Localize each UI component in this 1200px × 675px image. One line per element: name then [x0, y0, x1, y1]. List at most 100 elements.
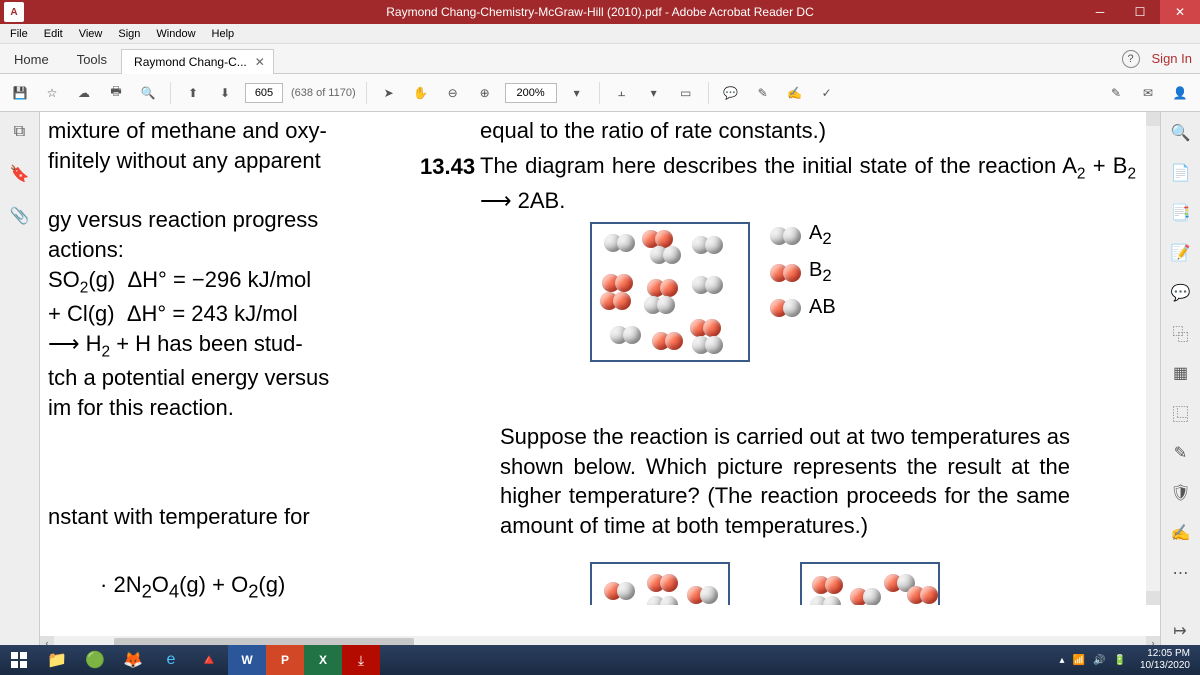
doc-text: mixture of methane and oxy- — [48, 116, 408, 146]
close-button[interactable]: ✕ — [1160, 0, 1200, 24]
task-word-icon[interactable]: W — [228, 645, 266, 675]
fill-sign-icon[interactable]: ✍ — [1168, 520, 1194, 546]
doc-text: The diagram here describes the initial s… — [480, 151, 1136, 215]
doc-text: SO2(g) ΔH° = −296 kJ/mol — [48, 265, 408, 299]
tab-close-icon[interactable]: ✕ — [255, 55, 265, 69]
email-icon[interactable]: ✉ — [1136, 81, 1160, 105]
window-title: Raymond Chang-Chemistry-McGraw-Hill (201… — [386, 5, 814, 19]
doc-text: · 2N2O4(g) + O2(g) — [100, 572, 285, 602]
system-tray: ▴ 📶 🔊 🔋 12:05 PM 10/13/2020 — [1060, 645, 1200, 675]
menu-view[interactable]: View — [71, 26, 111, 42]
thumbnails-icon[interactable]: ⧉ — [8, 120, 32, 144]
tab-document[interactable]: Raymond Chang-C... ✕ — [121, 49, 274, 74]
zoom-out-icon[interactable]: ⊖ — [441, 81, 465, 105]
title-bar: A Raymond Chang-Chemistry-McGraw-Hill (2… — [0, 0, 1200, 24]
menu-edit[interactable]: Edit — [36, 26, 71, 42]
pointer-icon[interactable]: ➤ — [377, 81, 401, 105]
doc-text: ⟶ H2 + H has been stud- — [48, 329, 408, 363]
organize-icon[interactable]: ▦ — [1168, 360, 1194, 386]
tab-bar: Home Tools Raymond Chang-C... ✕ ? Sign I… — [0, 44, 1200, 74]
doc-text: + Cl(g) ΔH° = 243 kJ/mol — [48, 299, 408, 329]
question-number: 13.43 — [420, 152, 480, 182]
menu-window[interactable]: Window — [148, 26, 203, 42]
read-mode-icon[interactable]: ▭ — [674, 81, 698, 105]
zoom-dropdown-icon[interactable]: ▾ — [565, 81, 589, 105]
combine-icon[interactable]: ⿻ — [1168, 320, 1194, 346]
task-powerpoint-icon[interactable]: P — [266, 645, 304, 675]
tray-volume-icon[interactable]: 🔊 — [1093, 655, 1105, 666]
search-icon[interactable]: 🔍 — [136, 81, 160, 105]
protect-icon[interactable]: 🛡 — [1168, 480, 1194, 506]
tab-home[interactable]: Home — [0, 46, 63, 73]
doc-text: equal to the ratio of rate constants.) — [480, 116, 1136, 146]
fit-page-icon[interactable]: ▾ — [642, 81, 666, 105]
taskbar: 📁 🟢 🦊 e 🔺 W P X ⤓ ▴ 📶 🔊 🔋 12:05 PM 10/13… — [0, 645, 1200, 675]
tray-network-icon[interactable]: 📶 — [1073, 655, 1085, 666]
doc-text: gy versus reaction progress — [48, 205, 408, 235]
star-icon[interactable]: ☆ — [40, 81, 64, 105]
stamp-icon[interactable]: ✓ — [815, 81, 839, 105]
compress-icon[interactable]: ⿺ — [1168, 400, 1194, 426]
task-edge-icon[interactable]: e — [152, 645, 190, 675]
search-tool-icon[interactable]: 🔍 — [1168, 120, 1194, 146]
tray-up-icon[interactable]: ▴ — [1060, 655, 1065, 666]
export-pdf-icon[interactable]: 📄 — [1168, 160, 1194, 186]
cloud-icon[interactable]: ☁ — [72, 81, 96, 105]
tab-tools[interactable]: Tools — [63, 46, 121, 73]
task-firefox-icon[interactable]: 🦊 — [114, 645, 152, 675]
hand-icon[interactable]: ✋ — [409, 81, 433, 105]
doc-text: finitely without any apparent — [48, 146, 408, 176]
zoom-in-icon[interactable]: ⊕ — [473, 81, 497, 105]
task-chrome-icon[interactable]: 🟢 — [76, 645, 114, 675]
more-tools-icon[interactable]: ⋯ — [1168, 560, 1194, 586]
help-icon[interactable]: ? — [1122, 50, 1140, 68]
doc-text: nstant with temperature for — [48, 502, 408, 532]
document-viewport[interactable]: mixture of methane and oxy- finitely wit… — [40, 112, 1160, 645]
doc-text: actions: — [48, 235, 408, 265]
fit-width-icon[interactable]: ⫠ — [610, 81, 634, 105]
attachment-icon[interactable]: 📎 — [8, 204, 32, 228]
start-button[interactable] — [0, 645, 38, 675]
save-icon[interactable]: 💾 — [8, 81, 32, 105]
tab-document-label: Raymond Chang-C... — [134, 55, 247, 69]
app-icon: A — [4, 2, 24, 22]
print-icon[interactable]: 🖶 — [104, 81, 128, 105]
doc-text: tch a potential energy versus — [48, 363, 408, 393]
page-number-input[interactable] — [245, 83, 283, 103]
share-icon[interactable]: ✎ — [1104, 81, 1128, 105]
result-diagrams — [590, 562, 940, 605]
comment-icon[interactable]: 💬 — [719, 81, 743, 105]
expand-rail-icon[interactable]: ↦ — [1168, 621, 1192, 641]
account-icon[interactable]: 👤 — [1168, 81, 1192, 105]
menu-sign[interactable]: Sign — [110, 26, 148, 42]
menu-file[interactable]: File — [2, 26, 36, 42]
page-up-icon[interactable]: ⬆ — [181, 81, 205, 105]
create-pdf-icon[interactable]: 📑 — [1168, 200, 1194, 226]
menu-help[interactable]: Help — [204, 26, 243, 42]
signature-icon[interactable]: ✍ — [783, 81, 807, 105]
bookmark-icon[interactable]: 🔖 — [8, 162, 32, 186]
highlight-icon[interactable]: ✎ — [751, 81, 775, 105]
edit-pdf-icon[interactable]: 📝 — [1168, 240, 1194, 266]
task-vlc-icon[interactable]: 🔺 — [190, 645, 228, 675]
sign-in-link[interactable]: Sign In — [1152, 51, 1192, 66]
menu-bar: File Edit View Sign Window Help — [0, 24, 1200, 44]
page-down-icon[interactable]: ⬇ — [213, 81, 237, 105]
comment-tool-icon[interactable]: 💬 — [1168, 280, 1194, 306]
right-tools-rail: 🔍 📄 📑 📝 💬 ⿻ ▦ ⿺ ✎ 🛡 ✍ ⋯ — [1160, 112, 1200, 645]
left-panel-rail: ⧉ 🔖 📎 — [0, 112, 40, 645]
zoom-input[interactable] — [505, 83, 557, 103]
task-excel-icon[interactable]: X — [304, 645, 342, 675]
clock[interactable]: 12:05 PM 10/13/2020 — [1134, 648, 1196, 672]
task-explorer-icon[interactable]: 📁 — [38, 645, 76, 675]
maximize-button[interactable]: ☐ — [1120, 0, 1160, 24]
doc-text: Suppose the reaction is carried out at t… — [500, 422, 1070, 541]
tray-battery-icon[interactable]: 🔋 — [1113, 655, 1125, 666]
reaction-diagram: A2 B2 AB — [590, 222, 836, 362]
minimize-button[interactable]: ─ — [1080, 0, 1120, 24]
task-acrobat-icon[interactable]: ⤓ — [342, 645, 380, 675]
toolbar: 💾 ☆ ☁ 🖶 🔍 ⬆ ⬇ (638 of 1170) ➤ ✋ ⊖ ⊕ ▾ ⫠ … — [0, 74, 1200, 112]
vertical-scrollbar[interactable] — [1146, 112, 1160, 605]
doc-text: im for this reaction. — [48, 393, 408, 423]
redact-icon[interactable]: ✎ — [1168, 440, 1194, 466]
